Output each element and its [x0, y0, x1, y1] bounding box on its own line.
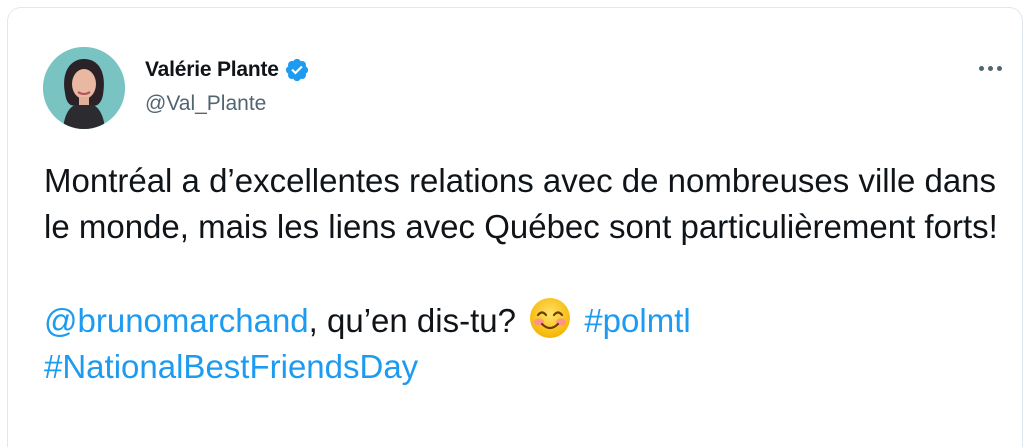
mention-link[interactable]: @brunomarchand: [44, 302, 309, 339]
tweet-text: Montréal a d’excellentes relations avec …: [44, 158, 1004, 390]
author-name-row[interactable]: Valérie Plante: [145, 56, 310, 84]
tweet-text-after-mention: , qu’en dis-tu?: [308, 302, 516, 339]
author-display-name[interactable]: Valérie Plante: [145, 58, 279, 82]
verified-badge-icon: [284, 57, 310, 83]
tweet-paragraph-2: @brunomarchand, qu’en dis-tu? #polmtl #Na…: [44, 296, 1004, 390]
tweet-paragraph-1: Montréal a d’excellentes relations avec …: [44, 162, 998, 245]
more-options-icon[interactable]: [972, 58, 1008, 78]
hashtag-polmtl-link[interactable]: #polmtl: [584, 302, 690, 339]
tweet-card: Valérie Plante @Val_Plante Montréal a d’…: [7, 7, 1023, 447]
avatar[interactable]: [43, 47, 125, 129]
smiling-face-emoji-icon: [528, 296, 572, 340]
author-handle[interactable]: @Val_Plante: [145, 92, 266, 116]
hashtag-nationalbestfriendsday-link[interactable]: #NationalBestFriendsDay: [44, 348, 418, 385]
avatar-image: [43, 47, 125, 129]
